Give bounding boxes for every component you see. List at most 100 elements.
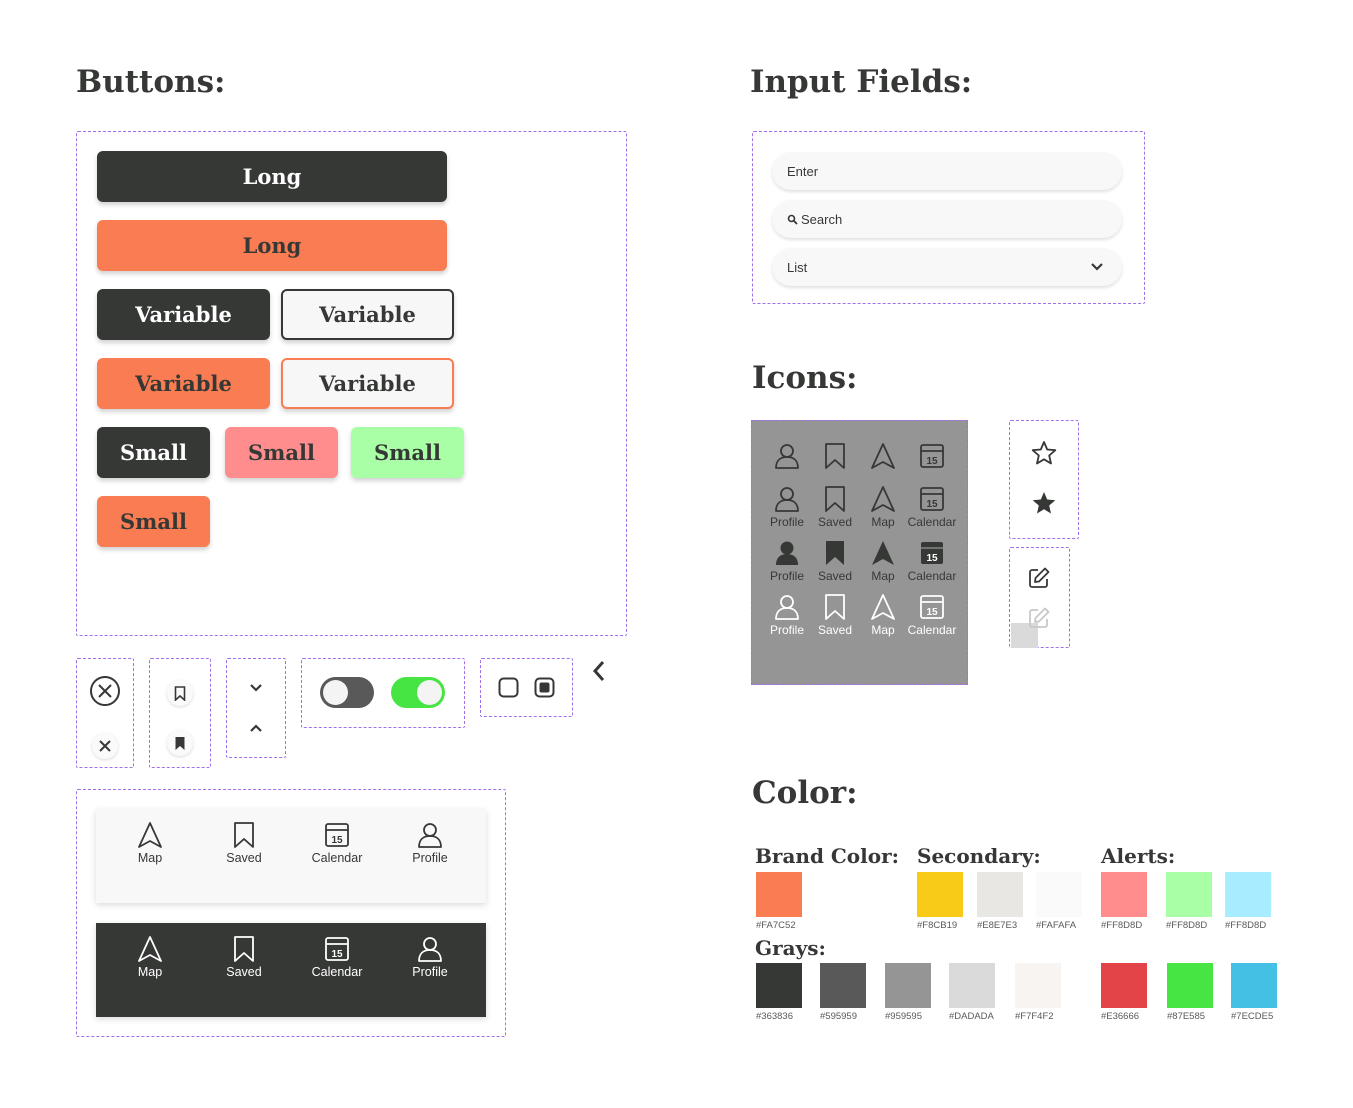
toggle-on[interactable]: [391, 677, 445, 708]
toggle-knob: [417, 680, 442, 705]
color-hex-label: #FF8D8D: [1225, 920, 1267, 931]
nav-item-saved[interactable]: Saved: [204, 935, 284, 979]
nav-bar-light: Map Saved 15 Calendar Profile: [96, 809, 486, 903]
bookmark-icon: [234, 936, 254, 962]
edit-disabled-icon: [1029, 607, 1050, 628]
color-swatch: [1101, 872, 1147, 917]
star-filled-icon[interactable]: [1031, 490, 1057, 516]
search-input[interactable]: Search: [772, 200, 1122, 238]
profile-icon: [775, 487, 799, 512]
bookmark-filled-icon: [826, 541, 844, 565]
nav-label: Calendar: [311, 965, 363, 979]
alerts-color-label: Alerts:: [1101, 844, 1176, 868]
buttons-heading: Buttons:: [76, 64, 226, 100]
color-swatch: [949, 963, 995, 1008]
color-hex-label: #595959: [820, 1011, 857, 1022]
chevron-down-icon: [1091, 263, 1103, 271]
nav-label: Saved: [226, 965, 262, 979]
list-select[interactable]: List: [772, 248, 1122, 286]
nav-item-calendar[interactable]: 15 Calendar: [297, 935, 377, 979]
bookmark-outline-icon: [174, 685, 186, 701]
map-icon: [138, 936, 162, 962]
enter-placeholder: Enter: [787, 163, 819, 179]
color-hex-label: #E8E7E3: [977, 920, 1018, 931]
bookmark-button-outline[interactable]: [167, 680, 193, 706]
nav-item-profile[interactable]: Profile: [390, 935, 470, 979]
color-hex-label: #FAFAFA: [1036, 920, 1077, 931]
long-brand-button[interactable]: Long: [97, 220, 447, 271]
close-icon: [99, 740, 111, 752]
enter-field[interactable]: Enter: [772, 152, 1122, 190]
color-swatch: [1166, 872, 1212, 917]
star-outline-icon[interactable]: [1031, 440, 1057, 466]
nav-item-calendar[interactable]: 15 Calendar: [297, 821, 377, 865]
color-hex-label: #7ECDE5: [1231, 1011, 1274, 1022]
icon-label-calendar: Calendar: [907, 515, 957, 529]
long-dark-button[interactable]: Long: [97, 151, 447, 202]
variable-brand-button[interactable]: Variable: [97, 358, 270, 409]
variable-dark-button[interactable]: Variable: [97, 289, 270, 340]
color-hex-label: #FA7C52: [756, 920, 796, 931]
calendar-icon: 15: [325, 937, 349, 961]
color-swatch: [1167, 963, 1213, 1008]
color-swatch: [1015, 963, 1061, 1008]
nav-label: Calendar: [311, 851, 363, 865]
map-filled-icon: [872, 541, 894, 565]
variable-outline-dark-button[interactable]: Variable: [281, 289, 454, 340]
icon-label-calendar: Calendar: [907, 569, 957, 583]
chevron-down-icon[interactable]: [249, 683, 263, 693]
calendar-icon: 15: [325, 823, 349, 847]
color-swatch: [1225, 872, 1271, 917]
small-mint-button[interactable]: Small: [351, 427, 464, 478]
color-hex-label: #FF8D8D: [1101, 920, 1143, 931]
variable-outline-brand-button[interactable]: Variable: [281, 358, 454, 409]
svg-text:15: 15: [331, 835, 343, 846]
bookmark-button-filled[interactable]: [167, 730, 193, 756]
toggle-knob: [323, 680, 348, 705]
map-icon: [138, 822, 162, 848]
profile-filled-icon: [776, 541, 798, 565]
star-icons-group: [1009, 420, 1079, 539]
nav-item-map[interactable]: Map: [110, 935, 190, 979]
color-swatch: [885, 963, 931, 1008]
map-icon: [871, 443, 895, 469]
bookmark-icon: [234, 822, 254, 848]
small-dark-button[interactable]: Small: [97, 427, 210, 478]
close-circle-icon[interactable]: [89, 675, 121, 707]
calendar-filled-icon: 15: [921, 542, 943, 564]
edit-icon[interactable]: [1027, 566, 1051, 590]
color-hex-label: #E36666: [1101, 1011, 1140, 1022]
toggle-off[interactable]: [320, 677, 374, 708]
nav-item-saved[interactable]: Saved: [204, 821, 284, 865]
profile-icon: [775, 595, 799, 620]
nav-item-map[interactable]: Map: [110, 821, 190, 865]
calendar-day: 15: [926, 499, 938, 510]
color-swatch: [756, 872, 802, 917]
nav-label: Saved: [226, 851, 262, 865]
checkbox-checked[interactable]: [534, 677, 555, 698]
profile-icon: [775, 444, 799, 469]
chevron-left-icon[interactable]: [590, 659, 608, 683]
color-swatch: [1231, 963, 1277, 1008]
close-button-small[interactable]: [92, 733, 118, 759]
checkbox-controls-group: [480, 658, 573, 717]
color-swatch: [1101, 963, 1147, 1008]
bookmark-icon: [825, 486, 845, 512]
nav-label: Map: [137, 851, 163, 865]
color-swatch: [977, 872, 1023, 917]
icons-heading: Icons:: [752, 360, 858, 396]
color-swatch: [917, 872, 963, 917]
color-hex-label: #363836: [756, 1011, 793, 1022]
color-heading: Color:: [752, 775, 858, 811]
bookmark-icon: [825, 443, 845, 469]
checkbox-unchecked[interactable]: [498, 677, 519, 698]
color-hex-label: #87E585: [1167, 1011, 1206, 1022]
calendar-day: 15: [926, 553, 938, 564]
chevron-up-icon[interactable]: [249, 723, 263, 733]
nav-item-profile[interactable]: Profile: [390, 821, 470, 865]
small-pink-button[interactable]: Small: [225, 427, 338, 478]
brand-color-label: Brand Color:: [755, 844, 900, 868]
color-hex-label: #FF8D8D: [1166, 920, 1208, 931]
list-value: List: [787, 259, 808, 275]
small-brand-button[interactable]: Small: [97, 496, 210, 547]
